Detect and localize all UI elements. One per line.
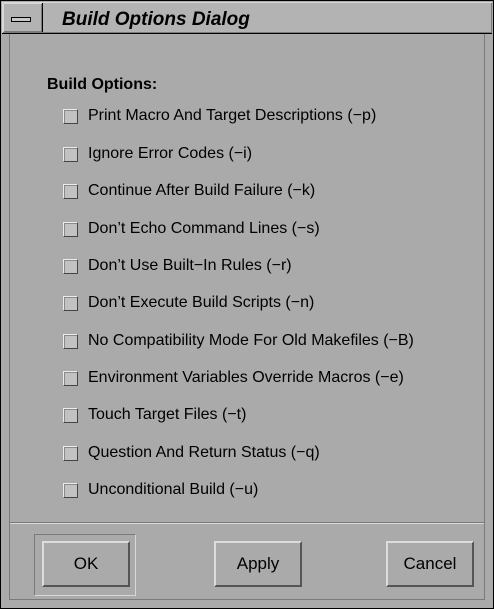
- checkbox[interactable]: [63, 370, 78, 386]
- checkbox[interactable]: [63, 445, 78, 461]
- build-options-dialog: Build Options Dialog Build Options: Prin…: [0, 0, 494, 609]
- title-bar[interactable]: Build Options Dialog: [2, 2, 492, 34]
- option-label: No Compatibility Mode For Old Makefiles …: [88, 332, 414, 349]
- checkbox[interactable]: [63, 108, 78, 124]
- option-label: Touch Target Files (−t): [88, 406, 247, 423]
- option-dont-use-builtin-rules[interactable]: Don’t Use Built−In Rules (−r): [63, 255, 292, 277]
- checkbox[interactable]: [63, 258, 78, 274]
- option-label: Continue After Build Failure (−k): [88, 182, 316, 199]
- option-label: Don’t Execute Build Scripts (−n): [88, 294, 315, 311]
- option-label: Question And Return Status (−q): [88, 444, 320, 461]
- window-menu-icon: [11, 17, 31, 22]
- cancel-button[interactable]: Cancel: [386, 541, 474, 587]
- option-label: Ignore Error Codes (−i): [88, 145, 253, 162]
- option-label: Don’t Echo Command Lines (−s): [88, 220, 320, 237]
- window-menu-button[interactable]: [3, 3, 43, 32]
- checkbox[interactable]: [63, 333, 78, 349]
- option-no-compatibility-mode[interactable]: No Compatibility Mode For Old Makefiles …: [63, 330, 414, 352]
- checkbox[interactable]: [63, 295, 78, 311]
- option-label: Don’t Use Built−In Rules (−r): [88, 257, 292, 274]
- option-ignore-error-codes[interactable]: Ignore Error Codes (−i): [63, 143, 252, 165]
- frame-border-left: [9, 34, 10, 600]
- option-label: Print Macro And Target Descriptions (−p): [88, 107, 377, 124]
- option-touch-target-files[interactable]: Touch Target Files (−t): [63, 404, 246, 426]
- checkbox[interactable]: [63, 221, 78, 237]
- option-print-macro-descriptions[interactable]: Print Macro And Target Descriptions (−p): [63, 105, 376, 127]
- checkbox[interactable]: [63, 146, 78, 162]
- frame-border-bottom: [9, 599, 485, 600]
- build-options-heading: Build Options:: [47, 76, 158, 93]
- checkbox[interactable]: [63, 482, 78, 498]
- apply-button[interactable]: Apply: [214, 541, 302, 587]
- option-question-return-status[interactable]: Question And Return Status (−q): [63, 442, 320, 464]
- button-separator: [10, 522, 484, 524]
- option-dont-echo-commands[interactable]: Don’t Echo Command Lines (−s): [63, 218, 320, 240]
- option-dont-execute-scripts[interactable]: Don’t Execute Build Scripts (−n): [63, 292, 314, 314]
- option-env-override-macros[interactable]: Environment Variables Override Macros (−…: [63, 367, 404, 389]
- option-continue-after-failure[interactable]: Continue After Build Failure (−k): [63, 180, 315, 202]
- option-label: Environment Variables Override Macros (−…: [88, 369, 404, 386]
- frame-border-right: [484, 34, 485, 600]
- ok-button[interactable]: OK: [42, 541, 130, 587]
- option-label: Unconditional Build (−u): [88, 481, 259, 498]
- checkbox[interactable]: [63, 183, 78, 199]
- window-title: Build Options Dialog: [62, 9, 250, 30]
- checkbox[interactable]: [63, 407, 78, 423]
- option-unconditional-build[interactable]: Unconditional Build (−u): [63, 479, 258, 501]
